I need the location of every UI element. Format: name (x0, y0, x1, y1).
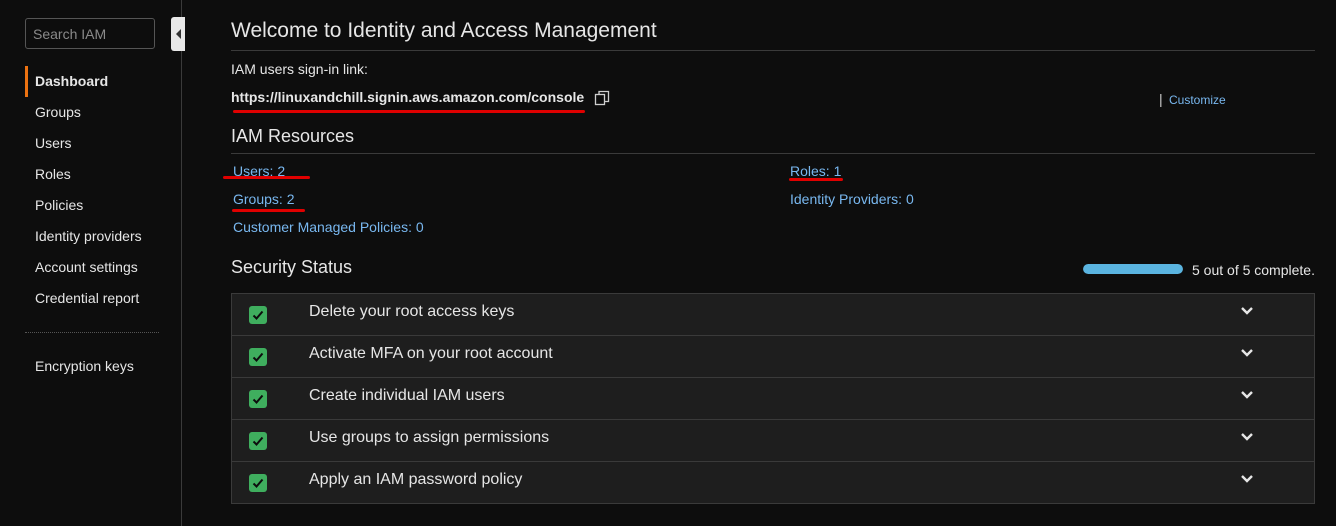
security-item[interactable]: Delete your root access keys (232, 294, 1314, 336)
sidebar-item-identity-providers[interactable]: Identity providers (25, 221, 165, 252)
security-item-label: Create individual IAM users (309, 387, 505, 404)
chevron-down-icon[interactable] (1240, 432, 1254, 442)
security-checklist: Delete your root access keys Activate MF… (231, 293, 1315, 504)
identity-providers-count-link[interactable]: Identity Providers: 0 (790, 191, 914, 207)
signin-url-link[interactable]: https://linuxandchill.signin.aws.amazon.… (231, 89, 584, 105)
security-item[interactable]: Activate MFA on your root account (232, 336, 1314, 378)
customer-policies-count-link[interactable]: Customer Managed Policies: 0 (233, 219, 424, 235)
annotation-underline (233, 110, 585, 113)
page-title: Welcome to Identity and Access Managemen… (231, 19, 657, 42)
resources-divider (231, 153, 1315, 154)
resources-heading: IAM Resources (231, 126, 355, 146)
security-item[interactable]: Apply an IAM password policy (232, 462, 1314, 503)
security-progress-text: 5 out of 5 complete. (1192, 262, 1315, 278)
roles-count-link[interactable]: Roles: 1 (790, 163, 841, 179)
checkmark-icon (249, 432, 267, 450)
customize-link[interactable]: Customize (1169, 93, 1226, 107)
checkmark-icon (249, 348, 267, 366)
sidebar-item-groups[interactable]: Groups (25, 97, 165, 128)
security-progress-fill (1083, 264, 1183, 274)
sidebar-item-encryption-keys[interactable]: Encryption keys (25, 351, 134, 382)
annotation-underline (223, 176, 310, 179)
title-divider (231, 50, 1315, 51)
security-progress-bar (1083, 264, 1183, 274)
security-item-label: Activate MFA on your root account (309, 345, 553, 362)
annotation-underline (232, 209, 305, 212)
security-item-label: Use groups to assign permissions (309, 429, 550, 446)
groups-count-link[interactable]: Groups: 2 (233, 191, 294, 207)
sidebar: Dashboard Groups Users Roles Policies Id… (0, 0, 185, 526)
sidebar-item-credential-report[interactable]: Credential report (25, 283, 165, 314)
checkmark-icon (249, 474, 267, 492)
security-item-label: Delete your root access keys (309, 303, 515, 320)
security-item[interactable]: Use groups to assign permissions (232, 420, 1314, 462)
signin-link-label: IAM users sign-in link: (231, 61, 368, 77)
sidebar-item-roles[interactable]: Roles (25, 159, 165, 190)
chevron-down-icon[interactable] (1240, 390, 1254, 400)
sidebar-nav: Dashboard Groups Users Roles Policies Id… (25, 66, 165, 314)
sidebar-item-users[interactable]: Users (25, 128, 165, 159)
security-item[interactable]: Create individual IAM users (232, 378, 1314, 420)
sidebar-item-dashboard[interactable]: Dashboard (25, 66, 165, 97)
chevron-down-icon[interactable] (1240, 306, 1254, 316)
copy-icon[interactable] (594, 90, 610, 106)
chevron-down-icon[interactable] (1240, 474, 1254, 484)
security-item-label: Apply an IAM password policy (309, 471, 523, 488)
sidebar-divider (25, 332, 159, 333)
search-input[interactable] (25, 18, 155, 49)
customize-separator: | (1159, 91, 1163, 107)
collapse-sidebar-button[interactable] (171, 17, 185, 51)
sidebar-item-account-settings[interactable]: Account settings (25, 252, 165, 283)
sidebar-item-policies[interactable]: Policies (25, 190, 165, 221)
chevron-down-icon[interactable] (1240, 348, 1254, 358)
sidebar-secondary-nav: Encryption keys (25, 351, 134, 382)
security-status-heading: Security Status (231, 257, 353, 277)
checkmark-icon (249, 390, 267, 408)
annotation-underline (789, 178, 843, 181)
checkmark-icon (249, 306, 267, 324)
